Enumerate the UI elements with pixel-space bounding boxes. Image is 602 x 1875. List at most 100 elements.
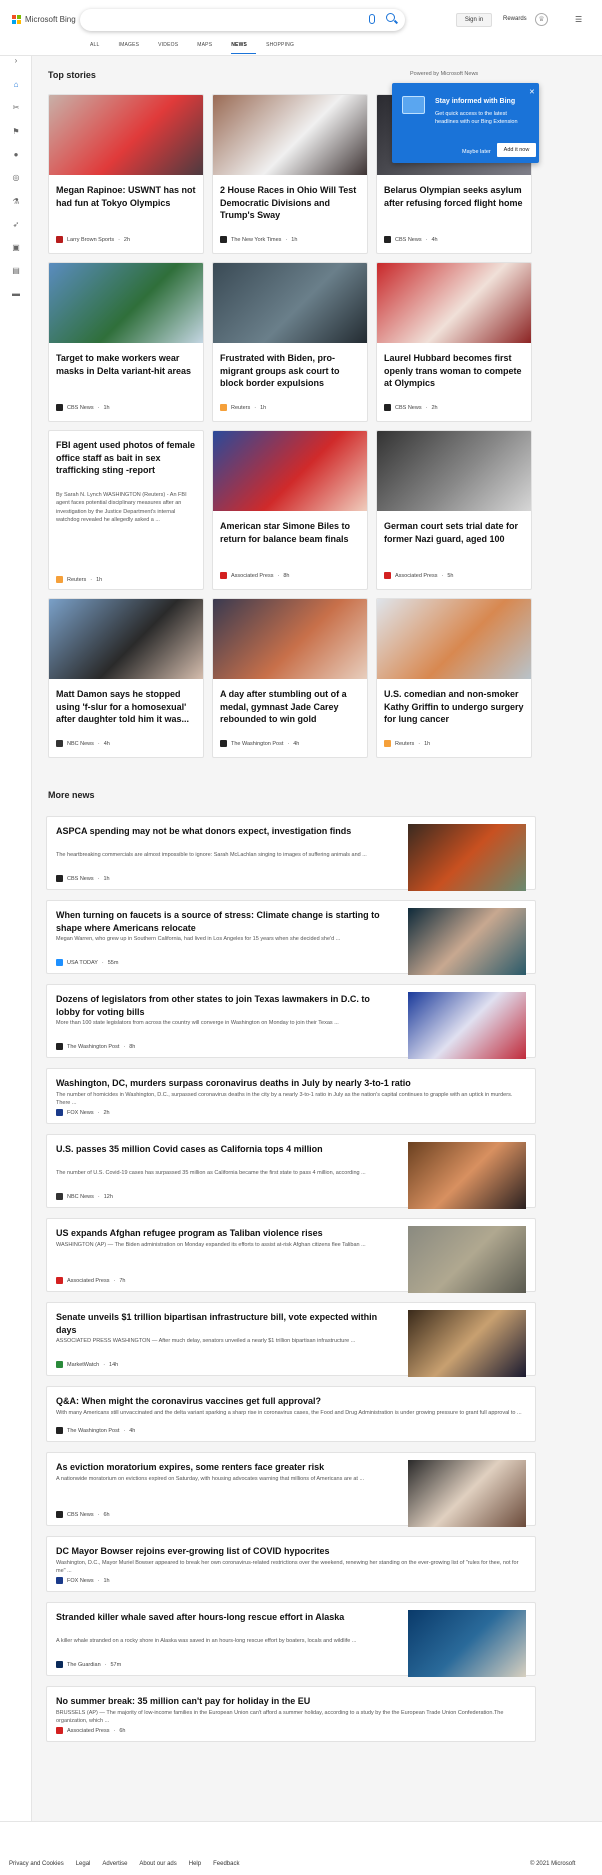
more-news-item[interactable]: When turning on faucets is a source of s… [46, 900, 536, 975]
sign-in-button[interactable]: Sign in [456, 13, 492, 27]
source-name: Reuters [231, 404, 251, 411]
science-icon[interactable]: ⚗ [11, 197, 21, 207]
footer-link[interactable]: Privacy and Cookies [9, 1861, 64, 1867]
source-name: CBS News [67, 1511, 94, 1518]
footer-link[interactable]: About our ads [139, 1861, 176, 1867]
more-news-item[interactable]: U.S. passes 35 million Covid cases as Ca… [46, 1134, 536, 1209]
card-thumbnail[interactable] [377, 263, 531, 343]
news-card[interactable]: Frustrated with Biden, pro-migrant group… [212, 262, 368, 422]
rocket-icon[interactable]: ➶ [11, 220, 21, 230]
top-header: Microsoft Bing Sign in Rewards ♕ ☰ ALL IM… [0, 0, 602, 56]
search-input[interactable] [80, 9, 405, 31]
news-thumbnail[interactable] [408, 992, 526, 1059]
hamburger-menu-icon[interactable]: ☰ [575, 15, 583, 24]
card-thumbnail[interactable] [213, 599, 367, 679]
card-thumbnail[interactable] [49, 95, 203, 175]
tab-images[interactable]: IMAGES [119, 42, 149, 54]
card-thumbnail[interactable] [213, 431, 367, 511]
separator: · [101, 959, 104, 966]
news-title: When turning on faucets is a source of s… [56, 910, 380, 933]
flag-icon[interactable]: ⚑ [11, 127, 21, 137]
separator: · [97, 1109, 100, 1116]
more-news-item[interactable]: US expands Afghan refugee program as Tal… [46, 1218, 536, 1293]
separator: · [113, 1727, 116, 1734]
globe-icon[interactable]: ◎ [11, 173, 21, 183]
card-thumbnail[interactable] [49, 599, 203, 679]
footer-link[interactable]: Legal [76, 1861, 91, 1867]
home-icon[interactable]: ⌂ [11, 80, 21, 90]
news-source: NBC News · 12h [56, 1193, 113, 1200]
news-card[interactable]: A day after stumbling out of a medal, gy… [212, 598, 368, 758]
card-thumbnail[interactable] [377, 599, 531, 679]
location-icon[interactable]: ● [11, 150, 21, 160]
more-news-item[interactable]: Washington, DC, murders surpass coronavi… [46, 1068, 536, 1124]
source-name: CBS News [395, 236, 422, 243]
news-title: Dozens of legislators from other states … [56, 994, 370, 1017]
separator: · [118, 236, 120, 243]
news-thumbnail[interactable] [408, 1460, 526, 1527]
tab-videos[interactable]: VIDEOS [158, 42, 187, 54]
more-news-item[interactable]: Senate unveils $1 trillion bipartisan in… [46, 1302, 536, 1377]
news-card-text[interactable]: FBI agent used photos of female office s… [48, 430, 204, 590]
more-news-item[interactable]: ASPCA spending may not be what donors ex… [46, 816, 536, 891]
tab-all[interactable]: ALL [90, 42, 109, 54]
news-thumbnail[interactable] [408, 824, 526, 891]
card-thumbnail[interactable] [213, 263, 367, 343]
search-icon[interactable] [386, 13, 395, 22]
tab-maps[interactable]: MAPS [197, 42, 221, 54]
bing-logo[interactable]: Microsoft Bing [12, 15, 76, 24]
news-card[interactable]: German court sets trial date for former … [376, 430, 532, 590]
rewards-label[interactable]: Rewards [503, 16, 527, 22]
publisher-icon [56, 1361, 63, 1368]
separator: · [90, 576, 93, 583]
news-snippet: ASSOCIATED PRESS WASHINGTON — After much… [56, 1338, 356, 1344]
tools-icon[interactable]: ✂ [11, 103, 21, 113]
maybe-later-button[interactable]: Maybe later [462, 149, 491, 155]
separator: · [97, 1511, 100, 1518]
business-icon[interactable]: ▤ [11, 266, 21, 276]
footer-link[interactable]: Feedback [213, 1861, 239, 1867]
card-thumbnail[interactable] [377, 431, 531, 511]
card-source: The New York Times · 1h [220, 236, 297, 243]
news-thumbnail[interactable] [408, 1142, 526, 1209]
more-news-item[interactable]: No summer break: 35 million can't pay fo… [46, 1686, 536, 1742]
more-news-item[interactable]: DC Mayor Bowser rejoins ever-growing lis… [46, 1536, 536, 1592]
more-news-item[interactable]: Dozens of legislators from other states … [46, 984, 536, 1059]
close-icon[interactable]: ✕ [529, 88, 535, 96]
money-icon[interactable]: ▬ [11, 289, 21, 299]
microphone-icon[interactable] [369, 14, 375, 24]
tab-news[interactable]: NEWS [231, 42, 257, 54]
card-title: U.S. comedian and non-smoker Kathy Griff… [384, 689, 524, 724]
more-news-heading: More news [48, 790, 95, 800]
microsoft-logo-icon [12, 15, 21, 24]
news-card[interactable]: American star Simone Biles to return for… [212, 430, 368, 590]
card-title: Laurel Hubbard becomes first openly tran… [384, 353, 522, 388]
news-thumbnail[interactable] [408, 1610, 526, 1677]
card-thumbnail[interactable] [213, 95, 367, 175]
news-thumbnail[interactable] [408, 908, 526, 975]
entertainment-icon[interactable]: ▣ [11, 243, 21, 253]
card-title: Target to make workers wear masks in Del… [56, 353, 192, 376]
extension-illustration-icon [402, 96, 425, 114]
expand-rail-icon[interactable]: › [11, 56, 21, 66]
more-news-item[interactable]: Q&A: When might the coronavirus vaccines… [46, 1386, 536, 1442]
card-source: CBS News · 1h [56, 404, 110, 411]
news-thumbnail[interactable] [408, 1310, 526, 1377]
news-card[interactable]: U.S. comedian and non-smoker Kathy Griff… [376, 598, 532, 758]
news-card[interactable]: Target to make workers wear masks in Del… [48, 262, 204, 422]
more-news-item[interactable]: As eviction moratorium expires, some ren… [46, 1452, 536, 1527]
trophy-icon[interactable]: ♕ [535, 13, 548, 26]
news-card[interactable]: Megan Rapinoe: USWNT has not had fun at … [48, 94, 204, 254]
footer-link[interactable]: Advertise [102, 1861, 127, 1867]
card-thumbnail[interactable] [49, 263, 203, 343]
news-source: The Guardian · 57m [56, 1661, 121, 1668]
news-thumbnail[interactable] [408, 1226, 526, 1293]
separator: · [104, 1661, 107, 1668]
footer-link[interactable]: Help [189, 1861, 201, 1867]
more-news-item[interactable]: Stranded killer whale saved after hours-… [46, 1602, 536, 1677]
tab-shopping[interactable]: SHOPPING [266, 42, 303, 54]
add-extension-button[interactable]: Add it now [497, 143, 536, 157]
news-card[interactable]: 2 House Races in Ohio Will Test Democrat… [212, 94, 368, 254]
news-card[interactable]: Matt Damon says he stopped using 'f-slur… [48, 598, 204, 758]
news-card[interactable]: Laurel Hubbard becomes first openly tran… [376, 262, 532, 422]
